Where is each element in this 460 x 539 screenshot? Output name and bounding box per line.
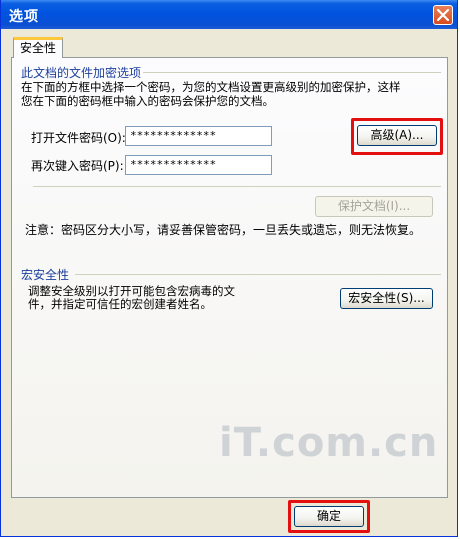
encryption-group-title: 此文档的文件加密选项: [21, 66, 142, 80]
reenter-password-label: 再次键入密码(P):: [31, 159, 124, 173]
reenter-password-input[interactable]: *************: [125, 155, 272, 175]
close-button[interactable]: [433, 5, 453, 25]
site-watermark: iT.com.cn: [219, 420, 439, 466]
tab-label: 安全性: [19, 41, 56, 55]
macro-description-line1: 调整安全级别以打开可能包含宏病毒的文: [28, 284, 235, 298]
group-divider: [143, 72, 441, 73]
close-icon: [437, 9, 449, 21]
protect-document-button[interactable]: 保护文档(I)...: [315, 196, 433, 217]
macro-description-line2: 件，并指定可信任的宏创建者姓名。: [28, 297, 212, 311]
open-password-label: 打开文件密码(O):: [31, 131, 126, 145]
encryption-description-line2: 您在下面的密码框中输入的密码会保护您的文档。: [21, 94, 274, 108]
options-dialog: 选项 安全性 此文档的文件加密选项 在下面的方框中选择一个密码，为您的文档设置更…: [0, 0, 458, 537]
group-divider: [33, 186, 441, 187]
group-divider: [75, 274, 441, 275]
title-bar[interactable]: 选项: [1, 0, 457, 29]
ok-button[interactable]: 确定: [294, 506, 364, 527]
tab-security[interactable]: 安全性: [13, 37, 63, 58]
password-note: 注意：密码区分大小写，请妥善保管密码，一旦丢失或遗忘，则无法恢复。: [25, 223, 422, 237]
window-title: 选项: [9, 9, 39, 25]
advanced-button[interactable]: 高级(A)...: [357, 125, 437, 146]
macro-group-title: 宏安全性: [21, 268, 70, 282]
encryption-description-line1: 在下面的方框中选择一个密码，为您的文档设置更高级别的加密保护，这样: [21, 80, 401, 94]
open-password-input[interactable]: *************: [125, 126, 272, 146]
macro-security-button[interactable]: 宏安全性(S)...: [340, 288, 433, 309]
